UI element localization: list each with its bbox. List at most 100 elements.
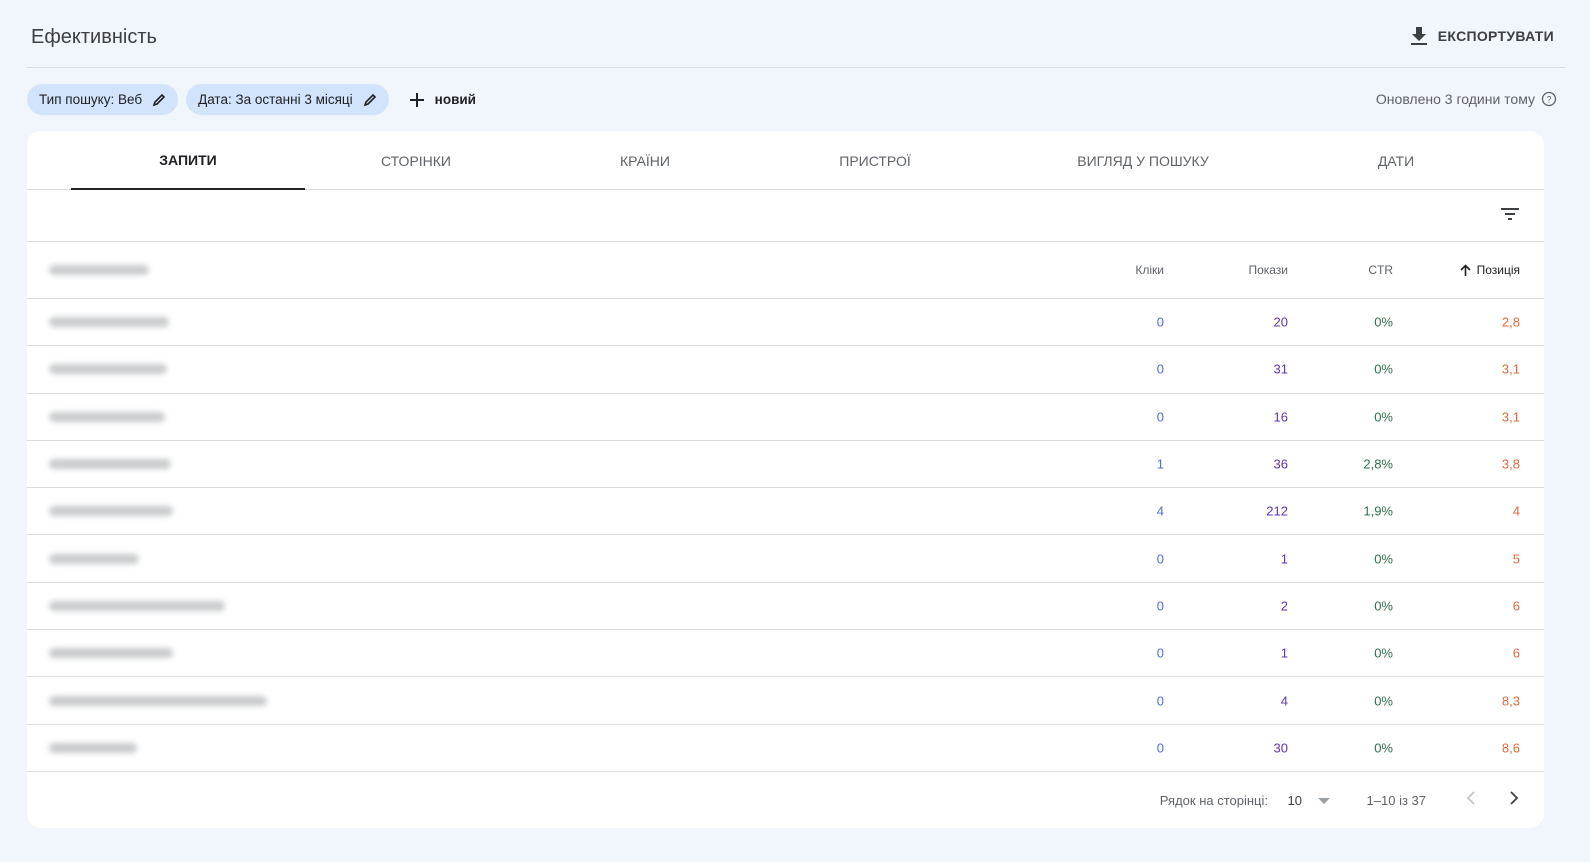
help-icon[interactable]: ? [1541, 91, 1557, 107]
table-header: Кліки Покази CTR Позиція [27, 242, 1544, 299]
clicks-value: 0 [1156, 693, 1164, 709]
tab-dates[interactable]: ДАТИ [1307, 131, 1485, 190]
clicks-value: 1 [1156, 456, 1164, 472]
clicks-value: 0 [1156, 740, 1164, 756]
position-value: 8,6 [1501, 740, 1520, 756]
column-position-label: Позиція [1476, 263, 1520, 277]
search-type-chip[interactable]: Тип пошуку: Веб [27, 84, 179, 115]
query-text[interactable] [49, 364, 167, 375]
impressions-value: 4 [1280, 693, 1288, 709]
table-toolbar [27, 190, 1544, 242]
impressions-value: 31 [1273, 361, 1288, 377]
ctr-value: 0% [1374, 740, 1393, 756]
table-row[interactable]: 4 212 1,9% 4 [27, 488, 1544, 536]
divider [27, 67, 1566, 68]
table-row[interactable]: 0 1 0% 5 [27, 535, 1544, 583]
svg-text:?: ? [1546, 95, 1551, 105]
chip-label: Дата: За останні 3 місяці [198, 92, 353, 107]
impressions-value: 2 [1280, 598, 1288, 614]
updated-status: Оновлено 3 години тому? [1376, 91, 1557, 107]
export-label: ЕКСПОРТУВАТИ [1437, 28, 1554, 44]
position-value: 3,8 [1501, 456, 1520, 472]
clicks-value: 0 [1156, 314, 1164, 330]
table-row[interactable]: 0 16 0% 3,1 [27, 394, 1544, 441]
rows-per-page-label: Рядок на сторінці: [1159, 793, 1268, 808]
clicks-value: 4 [1156, 503, 1164, 519]
query-text[interactable] [49, 506, 173, 517]
tab-queries[interactable]: ЗАПИТИ [71, 131, 305, 190]
ctr-value: 1,9% [1363, 503, 1393, 519]
clicks-value: 0 [1156, 598, 1164, 614]
impressions-value: 16 [1273, 409, 1288, 425]
table-row[interactable]: 1 36 2,8% 3,8 [27, 441, 1544, 489]
query-text[interactable] [49, 553, 139, 564]
query-text[interactable] [49, 742, 137, 753]
query-text[interactable] [49, 459, 171, 470]
tab-search-appearance[interactable]: ВИГЛЯД У ПОШУКУ [1047, 131, 1239, 190]
impressions-value: 36 [1273, 456, 1288, 472]
query-text[interactable] [49, 648, 173, 659]
export-button[interactable]: ЕКСПОРТУВАТИ [1410, 26, 1554, 46]
ctr-value: 0% [1374, 693, 1393, 709]
next-page-icon[interactable] [1509, 791, 1519, 805]
new-filter-button[interactable]: новий [409, 92, 476, 108]
rows-per-page-value: 10 [1287, 793, 1302, 808]
rows-per-page-select[interactable]: 10 [1288, 789, 1330, 808]
tab-devices[interactable]: ПРИСТРОЇ [787, 131, 963, 190]
query-text[interactable] [49, 411, 165, 422]
download-icon [1410, 27, 1427, 45]
ctr-value: 2,8% [1363, 456, 1393, 472]
filter-icon[interactable] [1500, 206, 1520, 222]
prev-page-icon[interactable] [1466, 791, 1476, 805]
chip-label: Тип пошуку: Веб [39, 92, 143, 107]
date-chip[interactable]: Дата: За останні 3 місяці [186, 84, 389, 115]
new-filter-label: новий [434, 92, 476, 107]
table-body: 0 20 0% 2,8 0 31 0% 3,1 0 16 0% 3,1 1 36… [27, 299, 1544, 772]
page-title: Ефективність [31, 26, 157, 48]
query-text[interactable] [49, 600, 225, 611]
column-clicks[interactable]: Кліки [1135, 263, 1164, 277]
clicks-value: 0 [1156, 551, 1164, 567]
column-ctr[interactable]: CTR [1368, 263, 1393, 277]
ctr-value: 0% [1374, 551, 1393, 567]
performance-card: ЗАПИТИ СТОРІНКИ КРАЇНИ ПРИСТРОЇ ВИГЛЯД У… [27, 131, 1544, 828]
column-position[interactable]: Позиція [1460, 263, 1520, 277]
ctr-value: 0% [1374, 361, 1393, 377]
position-value: 5 [1512, 551, 1520, 567]
edit-icon [152, 93, 166, 106]
impressions-value: 1 [1280, 645, 1288, 661]
query-column-header[interactable] [49, 265, 149, 275]
impressions-value: 20 [1273, 314, 1288, 330]
plus-icon [409, 92, 424, 107]
impressions-value: 212 [1266, 503, 1288, 519]
table-row[interactable]: 0 20 0% 2,8 [27, 299, 1544, 347]
tab-countries[interactable]: КРАЇНИ [557, 131, 733, 190]
column-impressions[interactable]: Покази [1248, 263, 1288, 277]
clicks-value: 0 [1156, 645, 1164, 661]
position-value: 6 [1512, 645, 1520, 661]
clicks-value: 0 [1156, 361, 1164, 377]
impressions-value: 30 [1273, 740, 1288, 756]
query-text[interactable] [49, 317, 169, 328]
pagination: Рядок на сторінці: 10 1–10 із 37 [27, 771, 1544, 828]
ctr-value: 0% [1374, 409, 1393, 425]
arrow-up-icon [1460, 264, 1471, 276]
table-row[interactable]: 0 31 0% 3,1 [27, 346, 1544, 394]
position-value: 3,1 [1501, 361, 1520, 377]
ctr-value: 0% [1374, 645, 1393, 661]
page-range: 1–10 із 37 [1366, 793, 1426, 808]
tab-pages[interactable]: СТОРІНКИ [327, 131, 505, 190]
dropdown-arrow-icon [1318, 797, 1330, 804]
table-row[interactable]: 0 1 0% 6 [27, 630, 1544, 678]
position-value: 2,8 [1501, 314, 1520, 330]
table-row[interactable]: 0 2 0% 6 [27, 583, 1544, 631]
table-row[interactable]: 0 30 0% 8,6 [27, 725, 1544, 772]
position-value: 6 [1512, 598, 1520, 614]
table-row[interactable]: 0 4 0% 8,3 [27, 677, 1544, 725]
tab-bar: ЗАПИТИ СТОРІНКИ КРАЇНИ ПРИСТРОЇ ВИГЛЯД У… [27, 131, 1544, 190]
ctr-value: 0% [1374, 314, 1393, 330]
clicks-value: 0 [1156, 409, 1164, 425]
edit-icon [363, 93, 376, 106]
impressions-value: 1 [1280, 551, 1288, 567]
query-text[interactable] [49, 695, 267, 706]
